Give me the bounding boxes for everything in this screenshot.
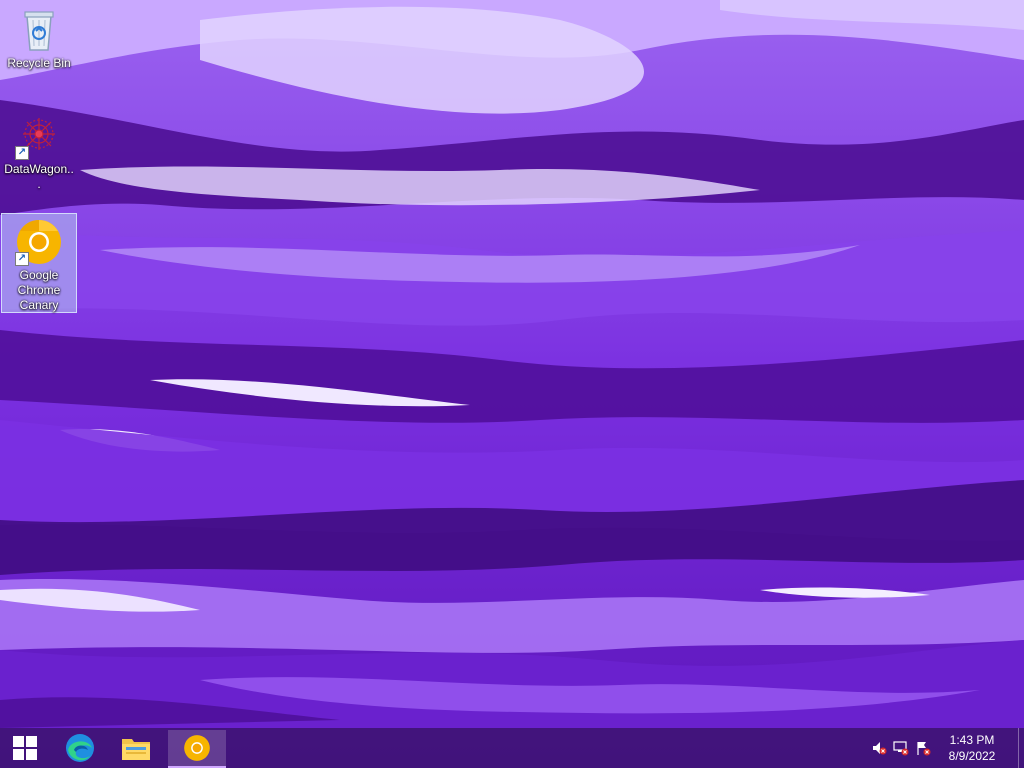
system-tray: 1:43 PM 8/9/2022 [868, 728, 1024, 768]
desktop[interactable]: Recycle Bin ↗ DataWagon... ↗ Google Chro… [0, 0, 1024, 768]
windows-start-icon [13, 736, 37, 760]
desktop-icon-recycle-bin[interactable]: Recycle Bin [1, 2, 77, 71]
start-button[interactable] [0, 728, 50, 768]
taskbar-edge-button[interactable] [56, 728, 104, 768]
taskbar-chrome-canary-button[interactable] [168, 730, 226, 768]
file-explorer-icon [122, 739, 150, 760]
desktop-wallpaper [0, 0, 1024, 768]
chrome-canary-icon: ↗ [15, 218, 63, 266]
taskbar: 1:43 PM 8/9/2022 [0, 728, 1024, 768]
desktop-icon-label: Recycle Bin [7, 56, 71, 70]
shortcut-arrow-icon: ↗ [15, 252, 29, 266]
show-desktop-button[interactable] [1018, 728, 1024, 768]
action-center-flag-icon[interactable] [912, 728, 934, 768]
recycle-bin-icon [15, 6, 63, 54]
desktop-icon-datawagon[interactable]: ↗ DataWagon... [1, 108, 77, 192]
clock-time: 1:43 PM [949, 733, 995, 747]
datawagon-icon: ↗ [15, 112, 63, 160]
clock-date: 8/9/2022 [948, 749, 996, 763]
taskbar-clock[interactable]: 1:43 PM 8/9/2022 [934, 732, 1018, 764]
desktop-icon-chrome-canary[interactable]: ↗ Google Chrome Canary [1, 213, 77, 313]
volume-muted-icon[interactable] [868, 728, 890, 768]
taskbar-file-explorer-button[interactable] [112, 728, 160, 768]
network-disconnected-icon[interactable] [890, 728, 912, 768]
chrome-canary-icon [184, 735, 210, 761]
edge-icon [66, 734, 94, 762]
shortcut-arrow-icon: ↗ [15, 146, 29, 160]
desktop-icon-label: DataWagon... [4, 162, 74, 191]
desktop-icon-label: Google Chrome Canary [17, 268, 61, 312]
